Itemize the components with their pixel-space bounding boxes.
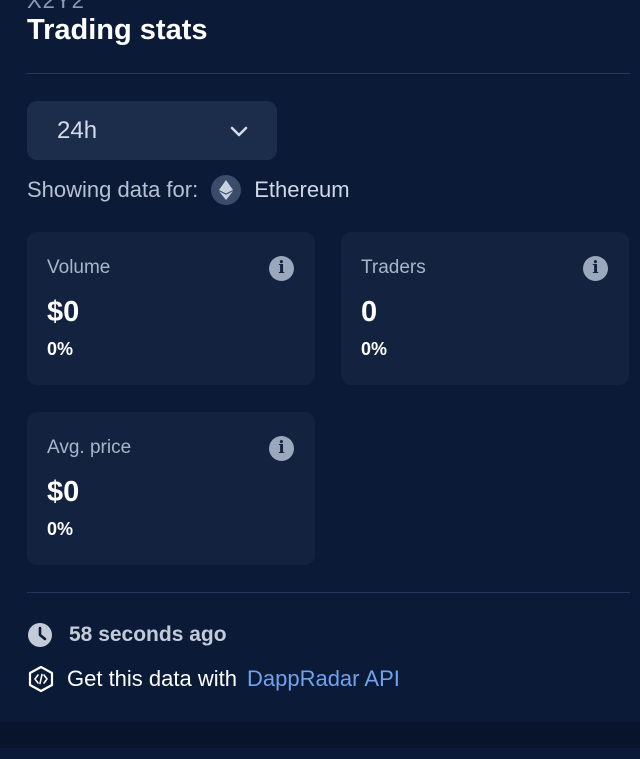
stat-change: 0% <box>47 339 74 359</box>
last-updated-text: 58 seconds ago <box>69 623 227 646</box>
stat-label: Volume <box>47 257 111 278</box>
api-promo: Get this data with DappRadar API <box>27 664 400 694</box>
period-select[interactable]: 24h <box>27 101 277 160</box>
clock-icon <box>28 623 52 647</box>
info-icon[interactable]: i <box>583 256 608 281</box>
footer-band <box>0 722 640 748</box>
stat-change: 0% <box>361 339 388 359</box>
showing-label: Showing data for: <box>27 177 199 202</box>
chevron-down-icon <box>230 126 248 136</box>
divider <box>27 73 630 74</box>
stat-value: $0 <box>47 476 80 508</box>
info-icon[interactable]: i <box>269 256 294 281</box>
footer-bottom <box>0 748 640 759</box>
divider <box>27 592 630 593</box>
stat-card-avg-price: Avg. price i $0 0% <box>27 412 315 565</box>
chain-name: Ethereum <box>254 177 350 202</box>
stat-value: 0 <box>361 296 378 328</box>
stat-card-traders: Traders i 0 0% <box>341 232 629 385</box>
stat-value: $0 <box>47 296 80 328</box>
info-icon[interactable]: i <box>269 436 294 461</box>
stat-label: Avg. price <box>47 437 132 458</box>
last-updated: 58 seconds ago <box>27 620 227 650</box>
dappradar-api-link[interactable]: DappRadar API <box>247 666 400 692</box>
section-title: Trading stats <box>27 14 208 46</box>
api-text: Get this data with <box>67 666 237 691</box>
ethereum-icon <box>211 175 242 205</box>
period-select-value: 24h <box>57 116 98 144</box>
chain-indicator: Showing data for: Ethereum <box>27 174 350 206</box>
stat-label: Traders <box>361 257 426 278</box>
stat-card-volume: Volume i $0 0% <box>27 232 315 385</box>
code-hexagon-icon <box>28 665 54 693</box>
stat-change: 0% <box>47 519 74 539</box>
dapp-name: X2Y2 <box>27 0 85 13</box>
